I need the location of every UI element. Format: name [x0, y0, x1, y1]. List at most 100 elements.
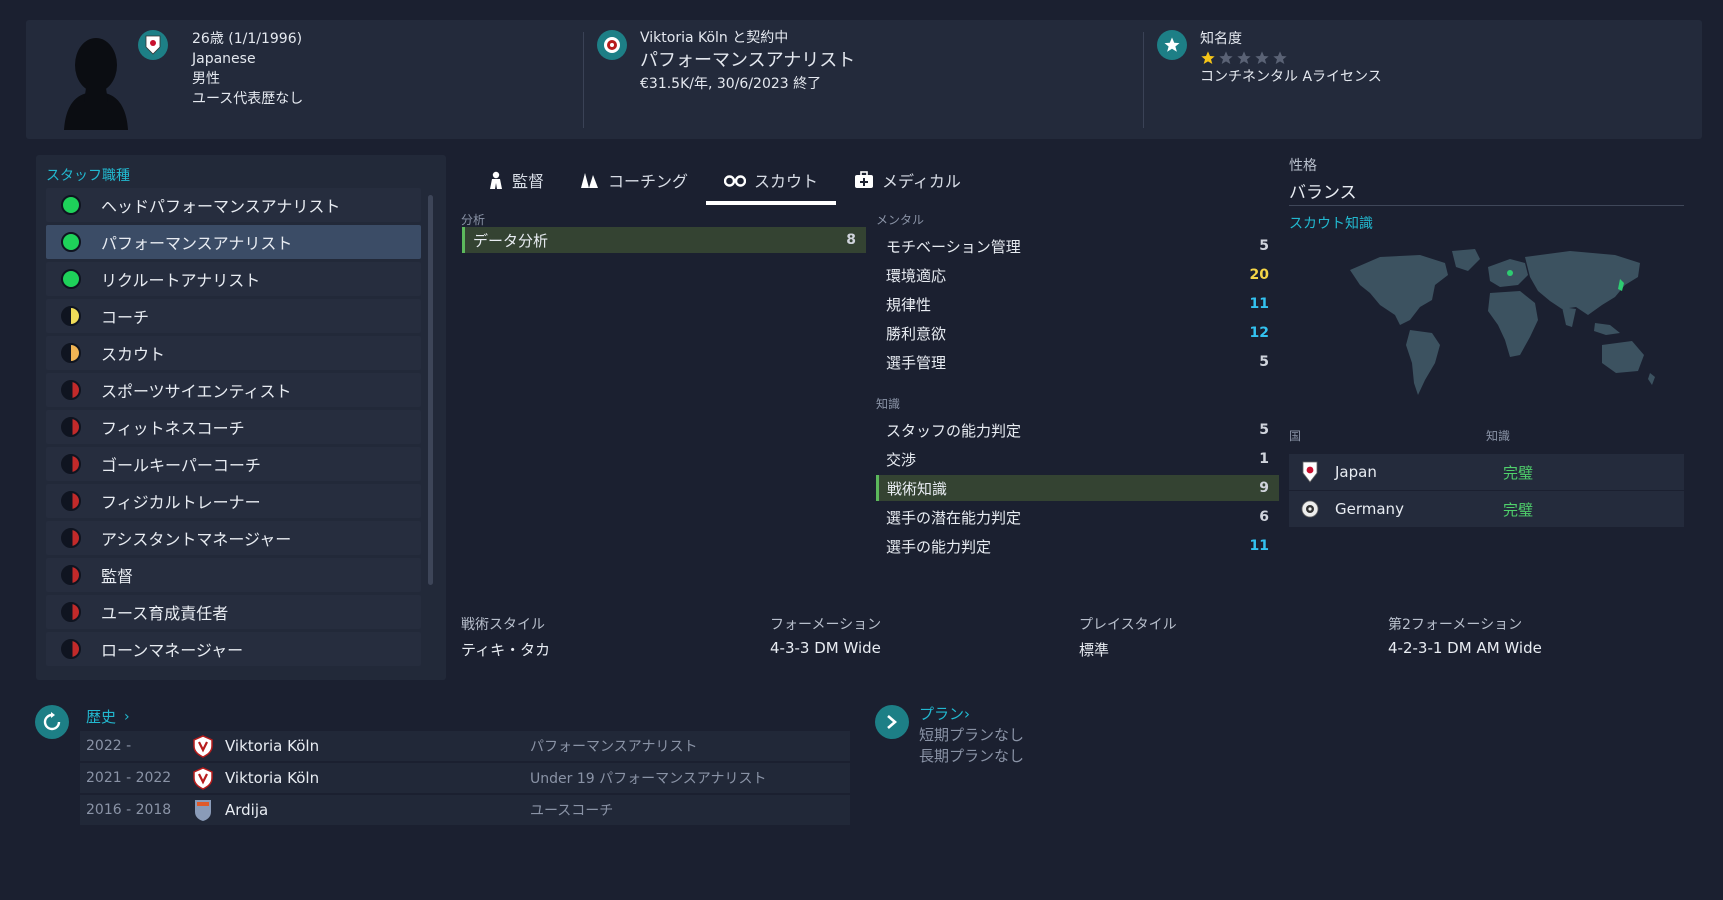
tab-manager[interactable]: 監督 — [470, 160, 562, 200]
suitability-icon — [61, 380, 81, 400]
country-name: Germany — [1335, 500, 1404, 518]
attribute-value: 11 — [1249, 296, 1269, 312]
attribute-name: データ分析 — [473, 231, 549, 250]
tab-scout[interactable]: スカウト — [706, 160, 837, 205]
role-item[interactable]: ゴールキーパーコーチ — [46, 447, 421, 481]
suitability-icon — [61, 417, 81, 437]
roles-scrollbar[interactable] — [428, 195, 433, 585]
knowledge-section-label: 知識 — [876, 397, 901, 411]
history-role: Under 19 パフォーマンスアナリスト — [530, 771, 767, 787]
attribute-name: スタッフの能力判定 — [886, 421, 1022, 440]
plans-title: プラン — [919, 705, 965, 723]
role-item[interactable]: コーチ — [46, 299, 421, 333]
attribute-row[interactable]: 選手の能力判定 11 — [876, 533, 1279, 559]
history-link[interactable]: 歴史 › — [86, 706, 130, 727]
role-item[interactable]: スカウト — [46, 336, 421, 370]
attribute-name: 勝利意欲 — [886, 324, 947, 343]
attribute-row[interactable]: スタッフの能力判定 5 — [876, 417, 1279, 443]
club-crest-icon — [193, 735, 213, 758]
plans-link[interactable]: プラン› — [919, 704, 1024, 725]
star-empty-icon — [1219, 51, 1233, 64]
role-item[interactable]: パフォーマンスアナリスト — [46, 225, 421, 259]
role-label: ヘッドパフォーマンスアナリスト — [101, 197, 341, 216]
attribute-row[interactable]: データ分析 8 — [462, 227, 866, 253]
suitability-icon — [61, 195, 81, 215]
staff-roles-panel: スタッフ職種 ヘッドパフォーマンスアナリスト パフォーマンスアナリスト リクルートア… — [36, 155, 446, 680]
history-years: 2021 - 2022 — [86, 770, 172, 786]
role-label: コーチ — [101, 308, 150, 327]
history-club[interactable]: Viktoria Köln — [225, 737, 530, 755]
role-item[interactable]: ローンマネージャー — [46, 632, 421, 666]
medical-kit-icon — [855, 171, 874, 188]
header-divider — [583, 32, 584, 128]
suitability-icon — [61, 565, 81, 585]
suitability-icon — [61, 528, 81, 548]
youth-caps: ユース代表歴なし — [192, 91, 304, 107]
attribute-row[interactable]: 勝利意欲 12 — [876, 320, 1279, 346]
history-row[interactable]: 2022 - Viktoria Köln パフォーマンスアナリスト — [80, 731, 850, 761]
world-map[interactable] — [1340, 245, 1660, 405]
country-row[interactable]: Japan 完璧 — [1289, 454, 1684, 490]
tab-label: コーチング — [608, 172, 689, 191]
attribute-row[interactable]: 選手管理 5 — [876, 349, 1279, 375]
attribute-value: 9 — [1259, 480, 1269, 496]
attribute-name: モチベーション管理 — [886, 237, 1021, 256]
role-label: ゴールキーパーコーチ — [101, 456, 261, 475]
star-empty-icon — [1273, 51, 1287, 64]
role-label: スカウト — [101, 345, 166, 364]
attribute-value: 12 — [1249, 325, 1269, 341]
attribute-value: 8 — [846, 232, 856, 248]
history-club[interactable]: Viktoria Köln — [225, 769, 530, 787]
role-item[interactable]: フィットネスコーチ — [46, 410, 421, 444]
attribute-name: 選手管理 — [886, 353, 947, 372]
history-years: 2022 - — [86, 738, 132, 754]
attribute-row[interactable]: 戦術知識 9 — [876, 475, 1279, 501]
role-item[interactable]: リクルートアナリスト — [46, 262, 421, 296]
attribute-value: 5 — [1259, 238, 1269, 254]
role-label: ユース育成責任者 — [101, 604, 229, 623]
chevron-right-icon: › — [964, 705, 971, 723]
attribute-name: 戦術知識 — [887, 479, 948, 498]
role-label: ローンマネージャー — [101, 641, 244, 660]
history-club[interactable]: Ardija — [225, 801, 530, 819]
col-knowledge: 知識 — [1486, 429, 1511, 443]
tab-medical[interactable]: メディカル — [836, 160, 979, 200]
club-crest-icon[interactable] — [597, 30, 627, 60]
attribute-value: 11 — [1249, 538, 1269, 554]
role-item[interactable]: ヘッドパフォーマンスアナリスト — [46, 188, 421, 222]
history-row[interactable]: 2016 - 2018 Ardija ユースコーチ — [80, 795, 850, 825]
style-label: 第2フォーメーション — [1388, 617, 1523, 633]
attribute-value: 6 — [1259, 509, 1269, 525]
header-divider — [1143, 32, 1144, 128]
roles-title: スタッフ職種 — [46, 168, 130, 184]
cones-icon — [581, 173, 599, 188]
role-item[interactable]: アシスタントマネージャー — [46, 521, 421, 555]
country-name: Japan — [1335, 463, 1377, 481]
role-item[interactable]: フィジカルトレーナー — [46, 484, 421, 518]
plans-button[interactable] — [875, 705, 909, 739]
attribute-row[interactable]: 交渉 1 — [876, 446, 1279, 472]
role-item[interactable]: 監督 — [46, 558, 421, 592]
tab-coaching[interactable]: コーチング — [562, 160, 706, 200]
style-value: 4-2-3-1 DM AM Wide — [1388, 639, 1542, 657]
history-refresh-button[interactable] — [35, 705, 69, 739]
attribute-value: 5 — [1259, 354, 1269, 370]
role-item[interactable]: スポーツサイエンティスト — [46, 373, 421, 407]
tab-label: スカウト — [754, 172, 819, 191]
contract-club[interactable]: Viktoria Köln と契約中 — [640, 28, 855, 48]
staff-header: 26歳 (1/1/1996) Japanese 男性 ユース代表歴なし Vikt… — [26, 20, 1702, 139]
role-item[interactable]: ユース育成責任者 — [46, 595, 421, 629]
analysis-section-label: 分析 — [461, 213, 486, 227]
attribute-row[interactable]: 規律性 11 — [876, 291, 1279, 317]
style-value: ティキ・タカ — [461, 641, 551, 659]
attribute-row[interactable]: モチベーション管理 5 — [876, 233, 1279, 259]
person-icon — [490, 171, 502, 189]
attribute-row[interactable]: 環境適応 20 — [876, 262, 1279, 288]
country-row[interactable]: Germany 完璧 — [1289, 491, 1684, 527]
attribute-row[interactable]: 選手の潜在能力判定 6 — [876, 504, 1279, 530]
role-label: リクルートアナリスト — [101, 271, 261, 290]
role-label: パフォーマンスアナリスト — [101, 234, 293, 253]
history-row[interactable]: 2021 - 2022 Viktoria Köln Under 19 パフォーマンス… — [80, 763, 850, 793]
style-value: 4-3-3 DM Wide — [770, 639, 881, 657]
nationality: Japanese — [192, 51, 256, 67]
